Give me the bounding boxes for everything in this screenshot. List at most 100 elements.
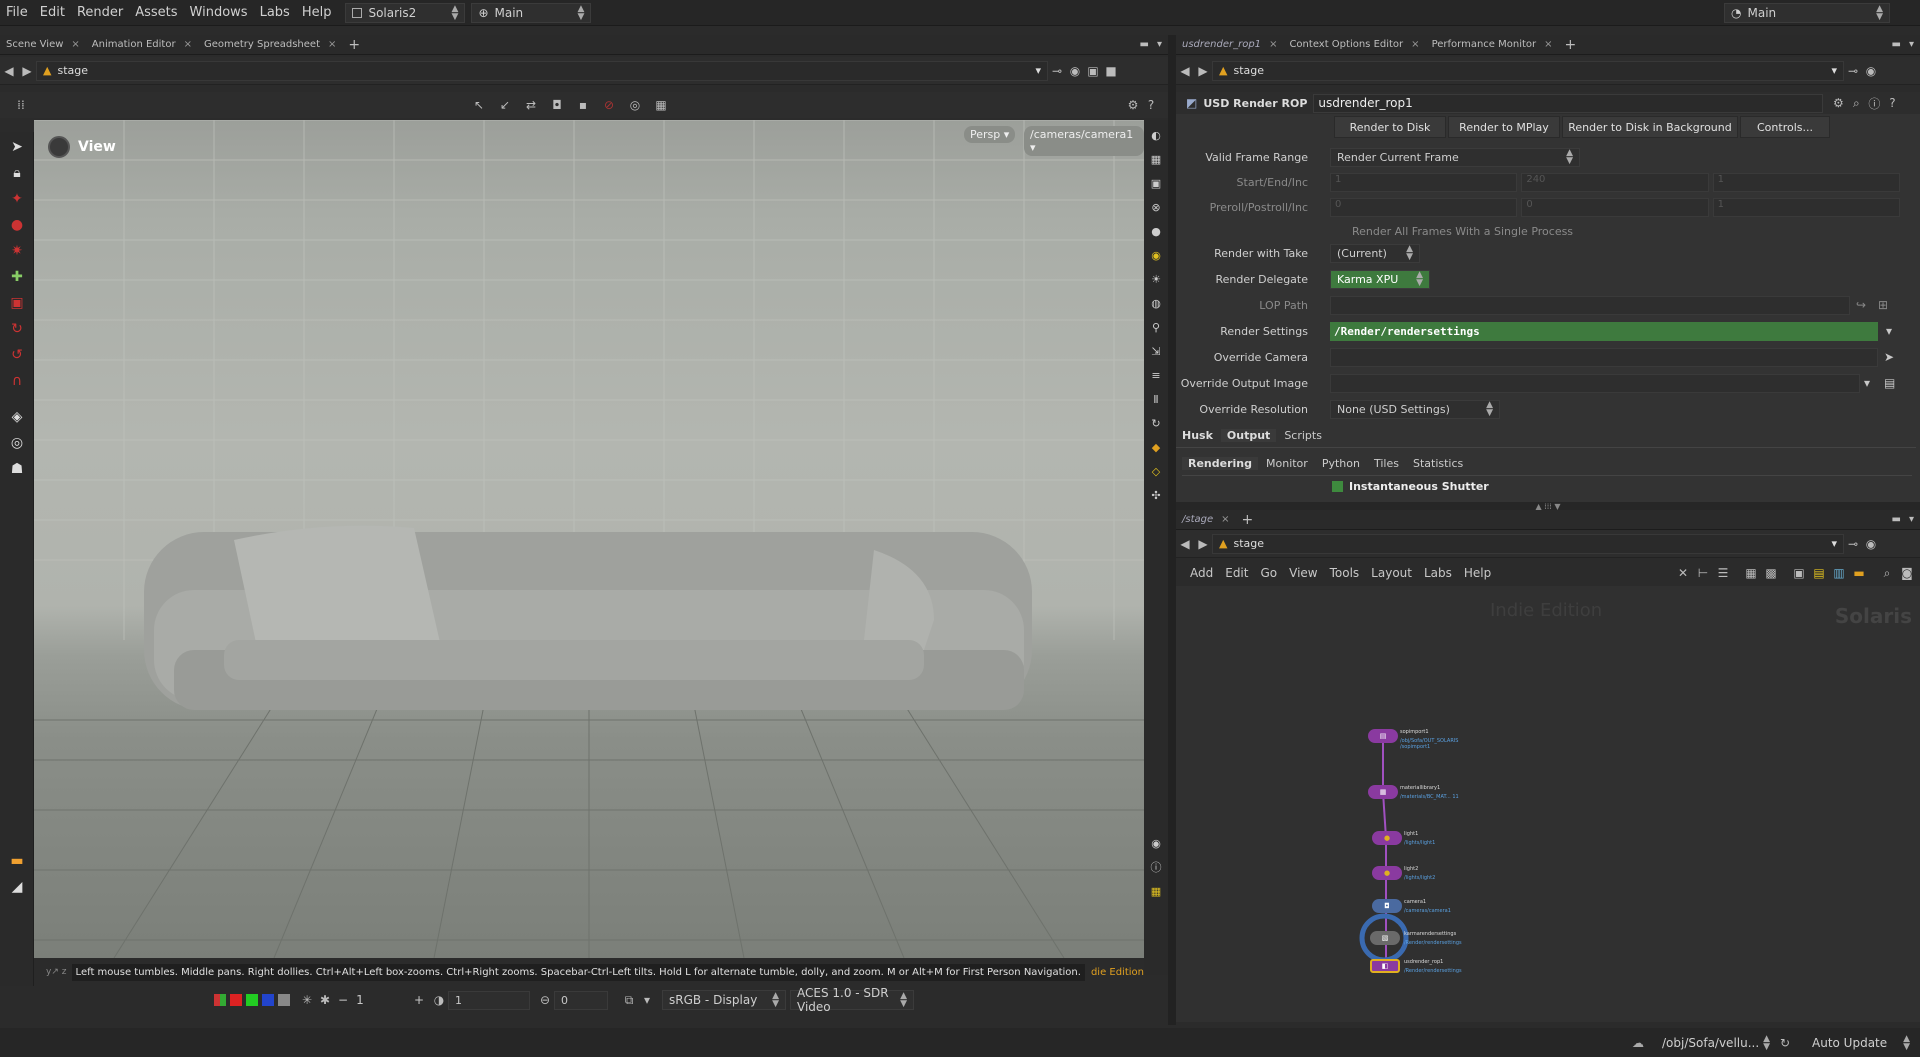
menu-assets[interactable]: Assets <box>129 0 183 26</box>
node-light2[interactable]: ● <box>1372 866 1402 880</box>
jump-icon[interactable]: ↪ <box>1856 298 1866 312</box>
tab-monitor[interactable]: Monitor <box>1260 457 1314 470</box>
headlight-icon[interactable]: ◍ <box>1147 294 1165 312</box>
end-field[interactable]: 240 <box>1521 172 1709 192</box>
dropdown-icon[interactable]: ▾ <box>1886 324 1892 338</box>
sticky-note-icon[interactable]: ▤ <box>1810 564 1828 582</box>
lop-path-field[interactable] <box>1330 295 1850 315</box>
controls-button[interactable]: Controls... <box>1740 116 1830 138</box>
node-karmarendersettings[interactable]: ▧ <box>1370 931 1400 945</box>
magnet-tool-icon[interactable]: ∩ <box>6 370 28 392</box>
search-icon[interactable]: ⌕ <box>1847 94 1865 112</box>
lock-camera-icon[interactable]: ▣ <box>1147 174 1165 192</box>
brush-tool-icon[interactable]: ● <box>6 214 28 236</box>
tab-statistics[interactable]: Statistics <box>1407 457 1469 470</box>
move-tool-icon[interactable]: ✚ <box>6 266 28 288</box>
render-to-disk-button[interactable]: Render to Disk <box>1334 116 1446 138</box>
node-sopimport1[interactable]: ▤ <box>1368 729 1398 743</box>
info-icon[interactable]: ⓘ <box>1147 858 1165 876</box>
close-icon[interactable]: × <box>1544 39 1552 50</box>
menu-tools[interactable]: Tools <box>1324 566 1366 580</box>
dropdown-icon[interactable]: ▾ <box>1157 39 1162 50</box>
reset-icon[interactable]: ⊗ <box>1147 198 1165 216</box>
menu-labs[interactable]: Labs <box>254 0 296 26</box>
node-name-field[interactable]: usdrender_rop1 <box>1313 93 1824 113</box>
gear-icon[interactable]: ⚙ <box>1124 96 1142 114</box>
path-field[interactable]: ▲ stage ▾ <box>1212 60 1844 81</box>
wrench-icon[interactable]: ✕ <box>1674 564 1692 582</box>
close-icon[interactable]: × <box>1221 514 1229 525</box>
dropdown-icon[interactable]: ▾ <box>1909 514 1914 525</box>
tab-tiles[interactable]: Tiles <box>1368 457 1405 470</box>
pick-arrow-icon[interactable]: ➤ <box>1884 350 1894 364</box>
tiles-icon[interactable]: ▩ <box>1762 564 1780 582</box>
start-field[interactable]: 1 <box>1330 172 1518 192</box>
render-settings-field[interactable]: /Render/rendersettings <box>1330 321 1878 341</box>
link-icon[interactable]: ◉ <box>1862 62 1880 80</box>
status-path-select[interactable]: /obj/Sofa/vellu... ▲ ▼ <box>1656 1033 1776 1053</box>
override-res-select[interactable]: None (USD Settings) ▲ ▼ <box>1330 399 1500 419</box>
transform-tool-icon[interactable]: ↺ <box>6 344 28 366</box>
back-arrow-icon[interactable]: ◀ <box>1176 535 1194 553</box>
info-icon[interactable]: ⓘ <box>1865 94 1883 112</box>
guide-icon[interactable]: ◇ <box>1147 462 1165 480</box>
gear-icon[interactable]: ⚙ <box>1829 94 1847 112</box>
tree-icon[interactable]: ⊢ <box>1694 564 1712 582</box>
scale-tool-icon[interactable]: ▣ <box>6 292 28 314</box>
tab-geometry-spreadsheet[interactable]: Geometry Spreadsheet × <box>198 35 342 55</box>
override-output-field[interactable] <box>1330 373 1860 393</box>
display-select[interactable]: sRGB - Display ▲ ▼ <box>662 990 786 1010</box>
pin-icon[interactable]: ⊸ <box>1048 62 1066 80</box>
tab-context-options-editor[interactable]: Context Options Editor × <box>1283 35 1425 55</box>
tab-python[interactable]: Python <box>1316 457 1366 470</box>
path-field[interactable]: ▲ stage ▾ <box>1212 533 1844 554</box>
image-icon[interactable]: ▥ <box>1830 564 1848 582</box>
gamma-icon[interactable]: ◑ <box>430 991 448 1009</box>
node-camera1[interactable]: ◘ <box>1372 899 1402 913</box>
maximize-icon[interactable]: ■ <box>1102 62 1120 80</box>
select-arrow-icon[interactable]: ↖ <box>470 96 488 114</box>
viewport[interactable]: View Persp ▾ /cameras/camera1 ▾ <box>34 120 1144 958</box>
link-icon[interactable]: ◉ <box>1862 535 1880 553</box>
menu-help[interactable]: Help <box>296 0 338 26</box>
handle-tool-icon[interactable]: ◈ <box>6 406 28 428</box>
persp-button[interactable]: Persp ▾ <box>964 126 1016 143</box>
single-process-checkbox[interactable]: Render All Frames With a Single Process <box>1352 222 1573 241</box>
tab-scripts[interactable]: Scripts <box>1278 429 1328 442</box>
folder-icon[interactable]: ▬ <box>1850 564 1868 582</box>
menu-windows[interactable]: Windows <box>184 0 254 26</box>
zoom-icon[interactable]: ⌕ <box>1878 564 1896 582</box>
color-swatches-icon[interactable] <box>214 994 226 1006</box>
render-region-icon[interactable]: ▦ <box>652 96 670 114</box>
green-swatch[interactable] <box>246 994 258 1006</box>
camera-tool-icon[interactable]: ◢ <box>6 876 28 898</box>
close-icon[interactable]: × <box>71 39 79 50</box>
grid-toggle-icon[interactable]: ▦ <box>1147 150 1165 168</box>
context-select[interactable]: ⊕ Main ▲ ▼ <box>471 2 592 23</box>
select-tool-icon[interactable]: ➤ <box>6 136 28 158</box>
node-light1[interactable]: ● <box>1372 831 1402 845</box>
rotate-tool-icon[interactable]: ↻ <box>6 318 28 340</box>
display-options-icon[interactable]: ◐ <box>1147 126 1165 144</box>
menu-add[interactable]: Add <box>1184 566 1219 580</box>
forward-arrow-icon[interactable]: ▶ <box>1194 535 1212 553</box>
menu-go[interactable]: Go <box>1254 566 1283 580</box>
menu-render[interactable]: Render <box>71 0 129 26</box>
auto-update-select[interactable]: Auto Update ▲ ▼ <box>1806 1033 1916 1053</box>
no-entry-icon[interactable]: ⊘ <box>600 96 618 114</box>
tab-output[interactable]: Output <box>1220 429 1277 442</box>
pin-icon[interactable]: ⊸ <box>1844 62 1862 80</box>
render-tool-icon[interactable]: ▬ <box>6 850 28 872</box>
eye-icon[interactable]: ◉ <box>1147 834 1165 852</box>
list-icon[interactable]: ☰ <box>1714 564 1732 582</box>
grid-dots-icon[interactable]: ⁞⁞ <box>12 96 30 114</box>
color-icon[interactable]: ◆ <box>1147 438 1165 456</box>
transform-icon[interactable]: ⇲ <box>1147 342 1165 360</box>
render-background-button[interactable]: Render to Disk in Background <box>1562 116 1738 138</box>
pin-icon[interactable]: ⊸ <box>1844 535 1862 553</box>
preroll-inc-field[interactable]: 1 <box>1712 197 1900 217</box>
add-tab-button[interactable]: + <box>1559 35 1583 55</box>
node-materiallibrary1[interactable]: ▦ <box>1368 785 1398 799</box>
back-arrow-icon[interactable]: ◀ <box>0 62 18 80</box>
link-icon[interactable]: ◉ <box>1066 62 1084 80</box>
